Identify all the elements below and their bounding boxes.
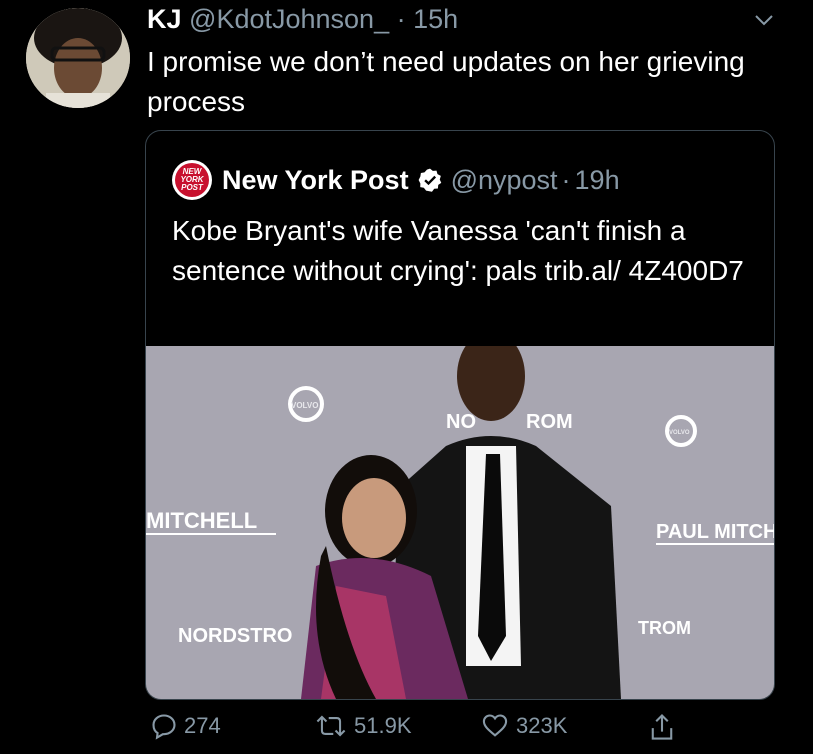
- quoted-tweet-text: Kobe Bryant's wife Vanessa 'can't finish…: [172, 215, 744, 286]
- avatar[interactable]: [26, 8, 130, 108]
- verified-icon: [418, 168, 441, 192]
- like-icon: [482, 714, 508, 737]
- like-count: 323K: [516, 713, 568, 738]
- separator: ·: [396, 4, 406, 34]
- backdrop-text: NORDSTRO: [178, 625, 292, 647]
- share-icon: [651, 713, 673, 740]
- backdrop-text: NO: [446, 411, 476, 433]
- action-bar: 274 51.9K 323K: [0, 712, 813, 752]
- quoted-author-handle[interactable]: @nypost: [451, 165, 558, 196]
- tweet-time[interactable]: 15h: [413, 4, 458, 34]
- author-name[interactable]: KJ: [147, 4, 182, 34]
- nypost-logo-avatar[interactable]: NEW YORK POST: [172, 160, 212, 200]
- retweet-icon: [316, 715, 346, 737]
- quoted-author-name[interactable]: New York Post: [222, 165, 409, 196]
- backdrop-text: MITCHELL: [146, 508, 257, 533]
- author-handle[interactable]: @KdotJohnson_: [189, 4, 389, 34]
- backdrop-text: PAUL MITCH: [656, 521, 774, 543]
- quoted-tweet-photo[interactable]: VOLVO NO ROM VOLVO MITCHELL PAUL MITCH N…: [146, 346, 774, 699]
- backdrop-logo: VOLVO: [669, 430, 690, 436]
- backdrop-text: ROM: [526, 411, 573, 433]
- quoted-tweet-time[interactable]: 19h: [575, 165, 620, 196]
- quoted-tweet-header: NEW YORK POST New York Post @nypost · 19…: [172, 160, 620, 200]
- quoted-tweet[interactable]: NEW YORK POST New York Post @nypost · 19…: [145, 130, 775, 700]
- like-button[interactable]: 323K: [480, 712, 567, 740]
- tweet-header: KJ @KdotJohnson_ · 15h: [147, 4, 458, 35]
- reply-count: 274: [184, 713, 221, 738]
- reply-button[interactable]: 274: [150, 712, 221, 740]
- backdrop-text: TROM: [638, 618, 691, 638]
- share-button[interactable]: [648, 712, 682, 742]
- retweet-count: 51.9K: [354, 713, 412, 738]
- retweet-button[interactable]: 51.9K: [314, 712, 412, 740]
- chevron-down-icon[interactable]: [752, 8, 776, 32]
- backdrop-logo: VOLVO: [291, 401, 318, 410]
- tweet-text: I promise we don’t need updates on her g…: [147, 46, 745, 117]
- reply-icon: [152, 714, 176, 740]
- separator: ·: [561, 164, 571, 195]
